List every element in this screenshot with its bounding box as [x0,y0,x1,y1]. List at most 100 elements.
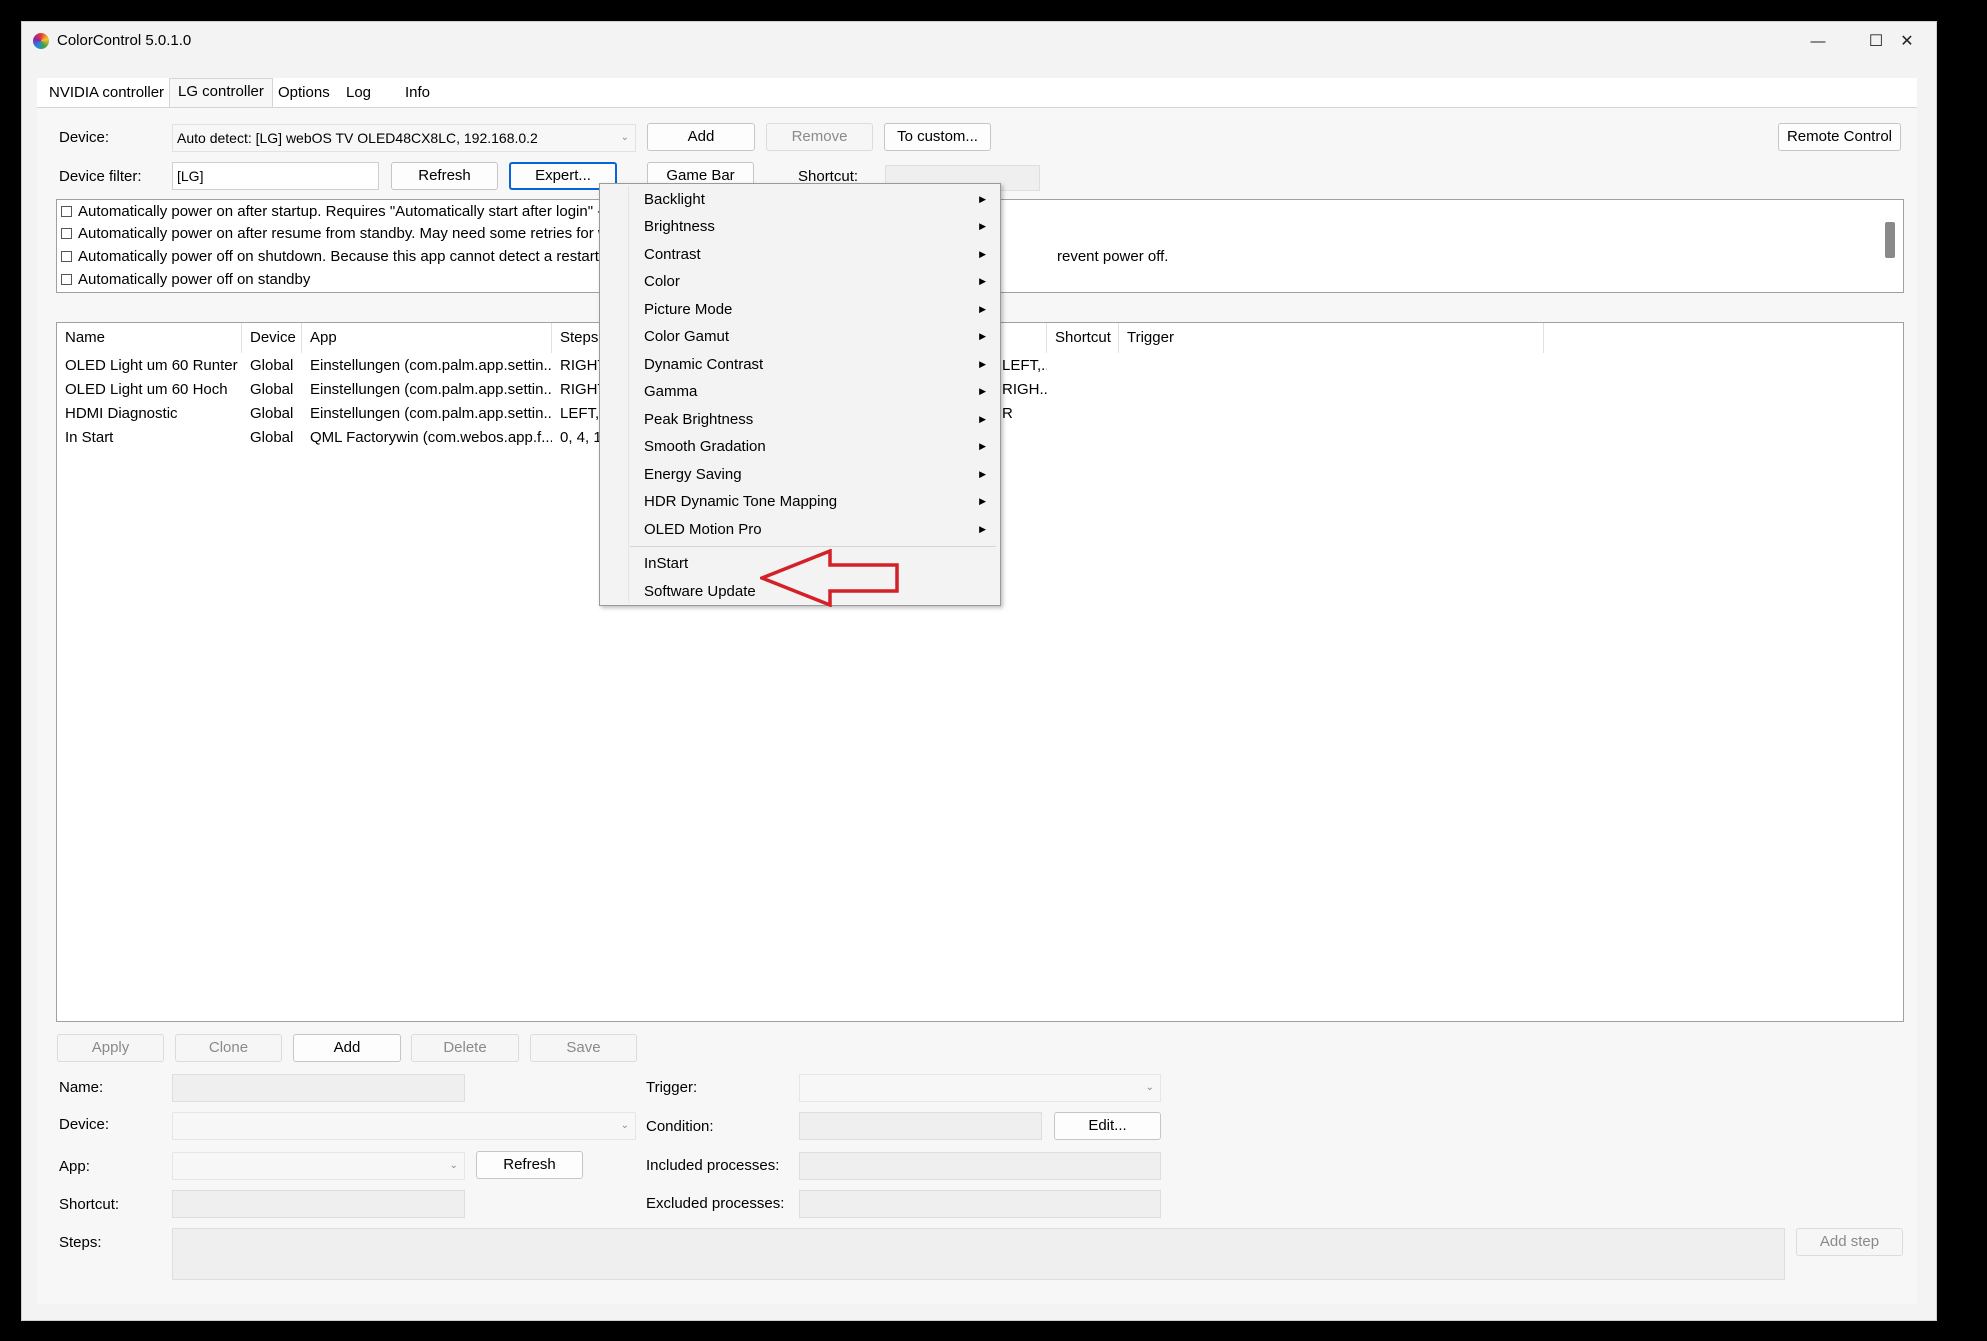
column-header-trigger[interactable]: Trigger [1119,323,1544,353]
title-bar[interactable]: ColorControl 5.0.1.0 — ☐ ✕ [22,22,1936,60]
trigger-combobox[interactable]: ⌄ [799,1074,1161,1102]
submenu-arrow-icon: ▶ [979,524,986,534]
cell-steps-tail: LEFT,... [1002,357,1047,374]
tab-info[interactable]: Info [397,81,438,105]
menu-item-picture-mode[interactable]: Picture Mode ▶ [600,296,1000,323]
expert-context-menu: Backlight ▶ Brightness ▶ Contrast ▶ Color ▶ … [599,183,1001,606]
steps-input[interactable] [172,1228,1785,1280]
tab-options[interactable]: Options [270,81,338,105]
cell-device: Global [250,405,294,422]
option-power-on-resume[interactable]: Automatically power on after resume from… [61,222,617,244]
option-power-on-startup[interactable]: Automatically power on after startup. Re… [61,200,614,222]
cell-app: QML Factorywin (com.webos.app.f... [310,429,552,446]
menu-item-gamma[interactable]: Gamma ▶ [600,378,1000,405]
apply-button[interactable]: Apply [57,1034,164,1062]
menu-item-dynamic-contrast[interactable]: Dynamic Contrast ▶ [600,351,1000,378]
menu-separator [630,546,996,547]
cell-app: Einstellungen (com.palm.app.settin... [310,405,552,422]
menu-item-color-gamut[interactable]: Color Gamut ▶ [600,323,1000,350]
clone-button[interactable]: Clone [175,1034,282,1062]
steps-label: Steps: [59,1234,102,1251]
editor-device-combobox[interactable]: ⌄ [172,1112,636,1140]
device-label: Device: [59,129,110,146]
submenu-arrow-icon: ▶ [979,221,986,231]
close-button[interactable]: ✕ [1877,22,1937,60]
tab-nvidia-controller[interactable]: NVIDIA controller [41,81,172,105]
filter-refresh-button[interactable]: Refresh [391,162,498,190]
column-header-name[interactable]: Name [57,323,242,353]
chevron-down-icon: ⌄ [449,1160,458,1171]
submenu-arrow-icon: ▶ [979,469,986,479]
minimize-button[interactable]: — [1789,22,1847,60]
red-arrow-annotation-icon [760,549,899,607]
chevron-down-icon: ⌄ [620,132,629,143]
column-header-app[interactable]: App [302,323,552,353]
menu-item-peak-brightness[interactable]: Peak Brightness ▶ [600,406,1000,433]
submenu-arrow-icon: ▶ [979,304,986,314]
submenu-arrow-icon: ▶ [979,496,986,506]
checkbox[interactable] [61,205,72,217]
cell-name: OLED Light um 60 Runter [65,357,238,374]
app-label: App: [59,1158,90,1175]
delete-button[interactable]: Delete [411,1034,519,1062]
cell-name: HDMI Diagnostic [65,405,178,422]
column-header-shortcut[interactable]: Shortcut [1047,323,1119,353]
device-filter-input[interactable]: [LG] [172,162,379,190]
cell-steps-tail: RIGH... [1002,381,1047,398]
editor-shortcut-input[interactable] [172,1190,465,1218]
menu-item-brightness[interactable]: Brightness ▶ [600,213,1000,240]
menu-item-hdr-dynamic-tone-mapping[interactable]: HDR Dynamic Tone Mapping ▶ [600,488,1000,515]
option-power-off-standby[interactable]: Automatically power off on standby [61,268,310,290]
save-button[interactable]: Save [530,1034,637,1062]
column-header-device[interactable]: Device [242,323,302,353]
device-add-button[interactable]: Add [647,123,755,151]
tab-lg-controller[interactable]: LG controller [169,78,273,107]
app-combobox[interactable]: ⌄ [172,1152,465,1180]
included-processes-input[interactable] [799,1152,1161,1180]
add-step-button[interactable]: Add step [1796,1228,1903,1256]
option-power-off-shutdown[interactable]: Automatically power off on shutdown. Bec… [61,245,621,267]
checkbox[interactable] [61,250,72,262]
menu-item-oled-motion-pro[interactable]: OLED Motion Pro ▶ [600,516,1000,543]
menu-item-color[interactable]: Color ▶ [600,268,1000,295]
option-overflow-text: revent power off. [1057,248,1169,265]
submenu-arrow-icon: ▶ [979,441,986,451]
cell-steps-tail: R [1002,405,1013,422]
name-label: Name: [59,1079,104,1096]
submenu-arrow-icon: ▶ [979,359,986,369]
menu-item-energy-saving[interactable]: Energy Saving ▶ [600,461,1000,488]
to-custom-button[interactable]: To custom... [884,123,991,151]
checkbox[interactable] [61,273,72,285]
name-input[interactable] [172,1074,465,1102]
condition-edit-button[interactable]: Edit... [1054,1112,1161,1140]
cell-app: Einstellungen (com.palm.app.settin... [310,381,552,398]
menu-item-backlight[interactable]: Backlight ▶ [600,186,1000,213]
menu-item-smooth-gradation[interactable]: Smooth Gradation ▶ [600,433,1000,460]
submenu-arrow-icon: ▶ [979,386,986,396]
submenu-arrow-icon: ▶ [979,414,986,424]
device-remove-button[interactable]: Remove [766,123,873,151]
condition-label: Condition: [646,1118,714,1135]
included-processes-label: Included processes: [646,1157,780,1174]
submenu-arrow-icon: ▶ [979,194,986,204]
chevron-down-icon: ⌄ [1145,1082,1154,1093]
app-refresh-button[interactable]: Refresh [476,1151,583,1179]
excluded-processes-input[interactable] [799,1190,1161,1218]
editor-shortcut-label: Shortcut: [59,1196,120,1213]
cell-app: Einstellungen (com.palm.app.settin... [310,357,552,374]
checkbox[interactable] [61,227,72,239]
tab-log[interactable]: Log [338,81,379,105]
cell-device: Global [250,429,294,446]
submenu-arrow-icon: ▶ [979,249,986,259]
device-combobox[interactable]: Auto detect: [LG] webOS TV OLED48CX8LC, … [172,124,636,152]
menu-item-contrast[interactable]: Contrast ▶ [600,241,1000,268]
preset-add-button[interactable]: Add [293,1034,401,1062]
tab-strip-divider [37,107,1917,108]
condition-input[interactable] [799,1112,1042,1140]
remote-control-button[interactable]: Remote Control [1778,123,1901,151]
device-filter-label: Device filter: [59,168,142,185]
checklist-scrollbar-thumb[interactable] [1885,222,1895,258]
cell-name: OLED Light um 60 Hoch [65,381,228,398]
excluded-processes-label: Excluded processes: [646,1195,785,1212]
submenu-arrow-icon: ▶ [979,276,986,286]
